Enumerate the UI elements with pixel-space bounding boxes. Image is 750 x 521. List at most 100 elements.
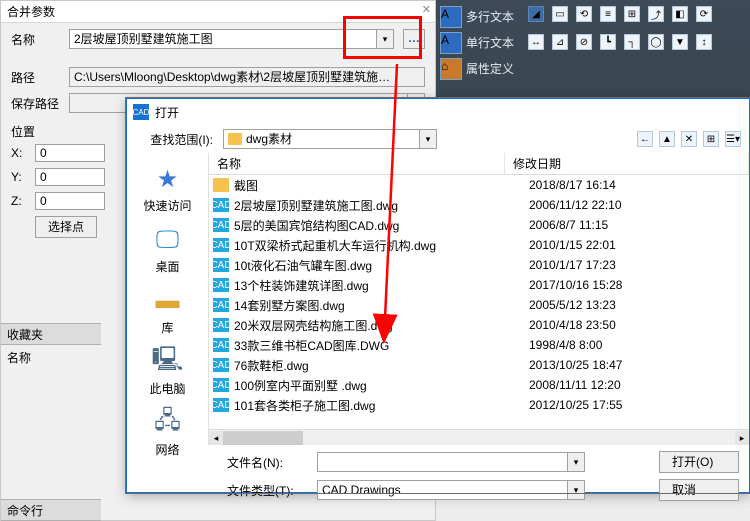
file-row[interactable]: CAD76款鞋柜.dwg2013/10/25 18:47 bbox=[209, 355, 749, 375]
cancel-button[interactable]: 取消 bbox=[659, 479, 739, 501]
libraries-icon: ▬ bbox=[152, 285, 184, 317]
open-button[interactable]: 打开(O) bbox=[659, 451, 739, 473]
place-network[interactable]: 🖧网络 bbox=[127, 403, 208, 462]
back-icon[interactable]: ← bbox=[637, 131, 653, 147]
rib-ico-14[interactable]: ◯ bbox=[648, 34, 664, 50]
column-headers[interactable]: 名称 修改日期 bbox=[209, 153, 749, 175]
attrdef-label[interactable]: 属性定义 bbox=[466, 60, 514, 77]
file-row[interactable]: CAD14套别墅方案图.dwg2005/5/12 13:23 bbox=[209, 295, 749, 315]
panel-title: 合并参数 bbox=[1, 1, 435, 23]
rib-ico-15[interactable]: ▼ bbox=[672, 34, 688, 50]
rib-ico-7[interactable]: ◧ bbox=[672, 6, 688, 22]
scroll-left-icon[interactable]: ◂ bbox=[209, 431, 223, 445]
place-quickaccess[interactable]: ★快速访问 bbox=[127, 159, 208, 218]
file-row[interactable]: CAD10t液化石油气罐车图.dwg2010/1/17 17:23 bbox=[209, 255, 749, 275]
filetype-combo[interactable]: CAD Drawings bbox=[317, 480, 567, 500]
favorites-header[interactable]: 收藏夹 bbox=[1, 323, 101, 345]
dwg-icon: CAD bbox=[213, 278, 229, 292]
filename-input[interactable] bbox=[317, 452, 567, 472]
rib-ico-3[interactable]: ⟲ bbox=[576, 6, 592, 22]
z-input[interactable]: 0 bbox=[35, 192, 105, 210]
dwg-icon: CAD bbox=[213, 218, 229, 232]
z-label: Z: bbox=[11, 194, 29, 208]
file-row[interactable]: CAD33款三维书柜CAD图库.DWG1998/4/8 8:00 bbox=[209, 335, 749, 355]
star-icon: ★ bbox=[152, 163, 184, 195]
x-label: X: bbox=[11, 146, 29, 160]
rib-ico-4[interactable]: ≡ bbox=[600, 6, 616, 22]
file-row[interactable]: CAD5层的美国宾馆结构图CAD.dwg2006/8/7 11:15 bbox=[209, 215, 749, 235]
places-bar: ★快速访问 🖵桌面 ▬库 🖳此电脑 🖧网络 bbox=[127, 153, 209, 445]
mtext-label[interactable]: 多行文本 bbox=[466, 8, 514, 25]
file-row[interactable]: CAD 10T双梁桥式起重机大车运行机构.dwg 2010/1/15 22:01 bbox=[209, 235, 749, 255]
newfolder-icon[interactable]: ⊞ bbox=[703, 131, 719, 147]
rib-ico-12[interactable]: ┗ bbox=[600, 34, 616, 50]
h-scrollbar[interactable]: ◂ ▸ bbox=[209, 429, 749, 445]
scroll-right-icon[interactable]: ▸ bbox=[735, 431, 749, 445]
file-date: 2010/1/17 17:23 bbox=[529, 258, 669, 272]
rib-ico-6[interactable]: ⤴ bbox=[648, 6, 664, 22]
col-name[interactable]: 名称 bbox=[209, 153, 505, 174]
dwg-icon: CAD bbox=[213, 238, 229, 252]
text-label[interactable]: 单行文本 bbox=[466, 34, 514, 51]
text-icon[interactable]: A bbox=[440, 32, 462, 54]
panel-close-icon[interactable]: ✕ bbox=[422, 3, 431, 16]
col-date[interactable]: 修改日期 bbox=[505, 153, 749, 174]
place-libraries[interactable]: ▬库 bbox=[127, 281, 208, 340]
rib-ico-1[interactable]: ◢ bbox=[528, 6, 544, 22]
name-dropdown-btn[interactable]: ▾ bbox=[376, 29, 394, 49]
dialog-title: 打开 bbox=[155, 104, 179, 121]
file-name: 76款鞋柜.dwg bbox=[234, 357, 524, 374]
lookin-combo[interactable]: dwg素材 bbox=[223, 129, 419, 149]
file-row[interactable]: 截图2018/8/17 16:14 bbox=[209, 175, 749, 195]
rib-ico-8[interactable]: ⟳ bbox=[696, 6, 712, 22]
lookin-dropdown[interactable]: ▾ bbox=[419, 129, 437, 149]
file-date: 2010/1/15 22:01 bbox=[529, 238, 669, 252]
rib-ico-11[interactable]: ⊘ bbox=[576, 34, 592, 50]
rib-ico-2[interactable]: ▭ bbox=[552, 6, 568, 22]
filename-dropdown[interactable]: ▾ bbox=[567, 452, 585, 472]
file-name: 截图 bbox=[234, 177, 524, 194]
pick-point-button[interactable]: 选择点 bbox=[35, 216, 97, 238]
rib-ico-9[interactable]: ↔ bbox=[528, 34, 544, 50]
rib-ico-10[interactable]: ⊿ bbox=[552, 34, 568, 50]
file-name: 13个柱装饰建筑详图.dwg bbox=[234, 277, 524, 294]
network-icon: 🖧 bbox=[152, 407, 184, 439]
folder-icon bbox=[228, 133, 242, 145]
file-name: 100例室内平面别墅 .dwg bbox=[234, 377, 524, 394]
file-row[interactable]: CAD101套各类柜子施工图.dwg2012/10/25 17:55 bbox=[209, 395, 749, 415]
place-desktop[interactable]: 🖵桌面 bbox=[127, 220, 208, 279]
fav-col-name: 名称 bbox=[7, 349, 31, 366]
file-row[interactable]: CAD20米双层网壳结构施工图.dwg2010/4/18 23:50 bbox=[209, 315, 749, 335]
up-icon[interactable]: ▲ bbox=[659, 131, 675, 147]
file-date: 1998/4/8 8:00 bbox=[529, 338, 669, 352]
rib-ico-16[interactable]: ↕ bbox=[696, 34, 712, 50]
dialog-titlebar[interactable]: CAD 打开 bbox=[127, 99, 749, 125]
ribbon-icons-row2: ↔ ⊿ ⊘ ┗ ┐ ◯ ▼ ↕ bbox=[528, 34, 712, 50]
mtext-icon[interactable]: A bbox=[440, 6, 462, 28]
y-input[interactable]: 0 bbox=[35, 168, 105, 186]
filetype-dropdown[interactable]: ▾ bbox=[567, 480, 585, 500]
place-label: 桌面 bbox=[155, 258, 179, 275]
file-date: 2012/10/25 17:55 bbox=[529, 398, 669, 412]
file-name: 10T双梁桥式起重机大车运行机构.dwg bbox=[234, 237, 524, 254]
rib-ico-5[interactable]: ⊞ bbox=[624, 6, 640, 22]
attrdef-icon[interactable]: ⌂ bbox=[440, 58, 462, 80]
name-input[interactable]: 2层坡屋顶别墅建筑施工图 bbox=[69, 29, 376, 49]
file-name: 14套别墅方案图.dwg bbox=[234, 297, 524, 314]
y-label: Y: bbox=[11, 170, 29, 184]
x-input[interactable]: 0 bbox=[35, 144, 105, 162]
name-browse-btn[interactable]: … bbox=[403, 29, 425, 49]
file-list[interactable]: 截图2018/8/17 16:14CAD2层坡屋顶别墅建筑施工图.dwg2006… bbox=[209, 175, 749, 429]
dwg-icon: CAD bbox=[213, 198, 229, 212]
file-row[interactable]: CAD2层坡屋顶别墅建筑施工图.dwg2006/11/12 22:10 bbox=[209, 195, 749, 215]
rib-ico-13[interactable]: ┐ bbox=[624, 34, 640, 50]
dwg-icon: CAD bbox=[213, 398, 229, 412]
file-row[interactable]: CAD13个柱装饰建筑详图.dwg2017/10/16 15:28 bbox=[209, 275, 749, 295]
views-icon[interactable]: ☰▾ bbox=[725, 131, 741, 147]
delete-icon[interactable]: ✕ bbox=[681, 131, 697, 147]
place-thispc[interactable]: 🖳此电脑 bbox=[127, 342, 208, 401]
cmdline-header[interactable]: 命令行 bbox=[1, 499, 101, 521]
scroll-thumb[interactable] bbox=[223, 431, 303, 445]
file-name: 5层的美国宾馆结构图CAD.dwg bbox=[234, 217, 524, 234]
file-row[interactable]: CAD100例室内平面别墅 .dwg2008/11/11 12:20 bbox=[209, 375, 749, 395]
